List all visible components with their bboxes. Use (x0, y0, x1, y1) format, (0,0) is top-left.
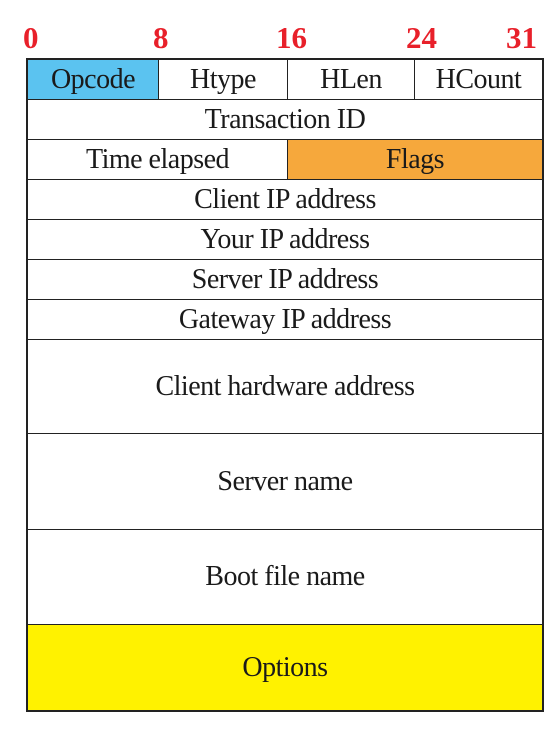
bit-label-31: 31 (506, 20, 537, 55)
field-gateway-ip: Gateway IP address (178, 303, 392, 335)
field-transaction-id: Transaction ID (204, 103, 366, 135)
row-time-flags: Time elapsed Flags (28, 140, 542, 180)
field-hcount: HCount (435, 63, 522, 95)
field-time-elapsed: Time elapsed (28, 140, 288, 179)
row-header-fields: Opcode Htype HLen HCount (28, 60, 542, 100)
bit-label-0: 0 (23, 20, 39, 55)
field-hlen: HLen (288, 60, 415, 99)
bit-label-24: 24 (406, 20, 437, 55)
bit-label-16: 16 (276, 20, 307, 55)
field-client-hardware-address: Client hardware address (155, 370, 415, 402)
row-server-ip: Server IP address (28, 260, 542, 300)
row-client-ip: Client IP address (28, 180, 542, 220)
field-server-ip: Server IP address (191, 263, 379, 295)
row-server-name: Server name (28, 434, 542, 530)
field-your-ip: Your IP address (200, 223, 370, 255)
row-options: Options (28, 625, 542, 710)
row-transaction-id: Transaction ID (28, 100, 542, 140)
packet-format-diagram: Opcode Htype HLen HCount Transaction ID … (26, 58, 544, 712)
row-your-ip: Your IP address (28, 220, 542, 260)
field-flags: Flags (288, 140, 542, 179)
field-opcode: Opcode (28, 60, 159, 99)
bit-label-8: 8 (153, 20, 169, 55)
field-boot-file-name: Boot file name (205, 561, 365, 592)
row-client-hardware: Client hardware address (28, 340, 542, 434)
field-client-ip: Client IP address (194, 183, 376, 215)
field-server-name: Server name (217, 465, 353, 497)
row-boot-file: Boot file name (28, 530, 542, 625)
field-options: Options (242, 651, 328, 683)
row-gateway-ip: Gateway IP address (28, 300, 542, 340)
field-htype: Htype (159, 60, 288, 99)
